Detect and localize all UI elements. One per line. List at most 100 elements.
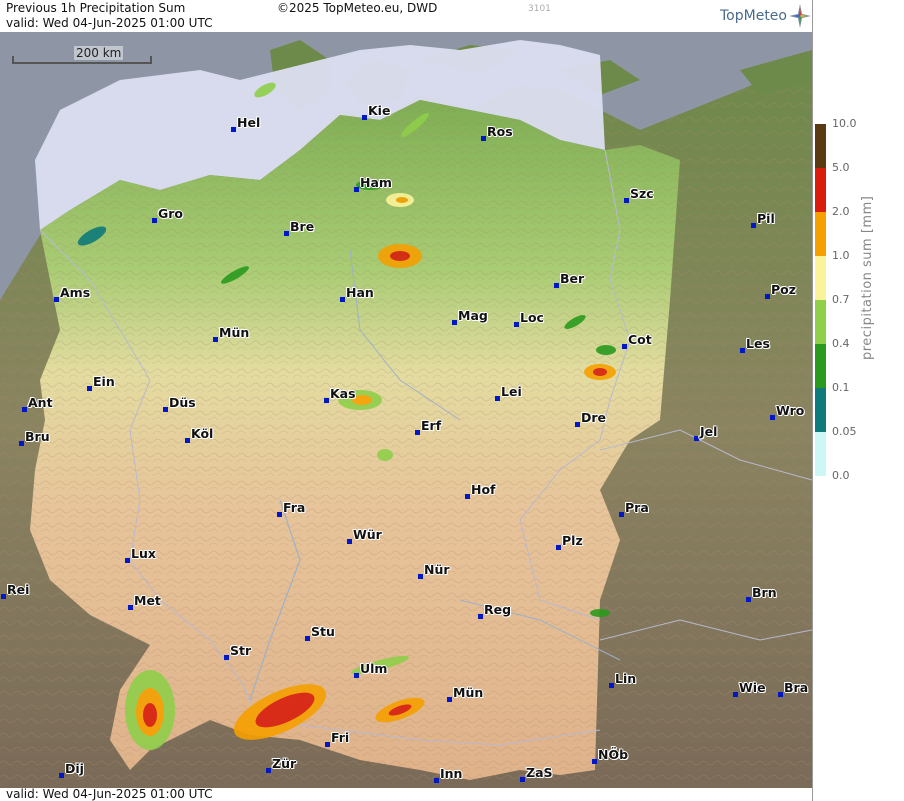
city-dot — [751, 223, 756, 228]
precipitation-map — [0, 32, 812, 788]
city-dot — [213, 337, 218, 342]
city-label: Wro — [776, 403, 805, 418]
city-dot — [740, 348, 745, 353]
city-label: Kas — [330, 386, 356, 401]
city-dot — [478, 614, 483, 619]
city-dot — [87, 386, 92, 391]
city-label: Dij — [65, 761, 84, 776]
city-label: Rei — [7, 582, 30, 597]
map-footer: valid: Wed 04-Jun-2025 01:00 UTC — [0, 787, 812, 801]
city-dot — [125, 558, 130, 563]
city-label: Lux — [131, 546, 156, 561]
city-dot — [609, 683, 614, 688]
city-dot — [434, 778, 439, 783]
city-label: Hel — [237, 115, 261, 130]
city-label: Köl — [191, 426, 214, 441]
city-label: Szc — [630, 186, 654, 201]
city-label: Bru — [25, 429, 50, 444]
city-dot — [354, 673, 359, 678]
product-code: 3101 — [528, 4, 551, 14]
city-label: Bre — [290, 219, 315, 234]
city-dot — [54, 297, 59, 302]
compass-star-icon — [789, 4, 811, 28]
city-label: Ham — [360, 175, 392, 190]
city-label: ZaS — [526, 765, 553, 780]
city-label: Wie — [739, 680, 766, 695]
city-label: Lin — [615, 671, 637, 686]
city-label: Poz — [771, 282, 797, 297]
city-dot — [554, 283, 559, 288]
city-label: Mün — [219, 325, 250, 340]
city-label: Met — [134, 593, 161, 608]
city-dot — [733, 692, 738, 697]
city-dot — [1, 594, 6, 599]
legend-swatch — [815, 388, 826, 432]
city-label: Brn — [752, 585, 777, 600]
city-label: Jel — [700, 424, 718, 439]
city-dot — [128, 605, 133, 610]
legend-swatch — [815, 168, 826, 212]
city-label: Erf — [421, 418, 442, 433]
legend-color-bar — [815, 124, 826, 476]
city-label: Ant — [28, 395, 53, 410]
city-label: Wür — [353, 527, 382, 542]
scale-label: 200 km — [74, 46, 124, 60]
city-dot — [452, 320, 457, 325]
city-dot — [514, 322, 519, 327]
city-label: Mün — [453, 685, 484, 700]
legend-level: 2.0 — [832, 205, 850, 218]
city-label: Plz — [562, 533, 583, 548]
city-label: Cot — [628, 332, 652, 347]
city-dot — [481, 136, 486, 141]
scale-line — [12, 62, 152, 64]
city-label: Zür — [272, 756, 297, 771]
legend-title: precipitation sum [mm] — [860, 195, 875, 360]
city-label: Kie — [368, 103, 391, 118]
city-label: Stu — [311, 624, 335, 639]
legend-swatch — [815, 256, 826, 300]
city-label: Nür — [424, 562, 450, 577]
city-dot — [624, 198, 629, 203]
city-label: Inn — [440, 766, 463, 781]
city-dot — [362, 115, 367, 120]
city-dot — [284, 231, 289, 236]
city-dot — [592, 759, 597, 764]
legend-level: 10.0 — [832, 117, 857, 130]
city-label: Han — [346, 285, 374, 300]
city-label: Pra — [625, 500, 649, 515]
city-dot — [266, 768, 271, 773]
city-dot — [418, 574, 423, 579]
city-dot — [19, 441, 24, 446]
city-label: Ros — [487, 124, 513, 139]
city-dot — [325, 742, 330, 747]
city-dot — [778, 692, 783, 697]
footer-valid-time: valid: Wed 04-Jun-2025 01:00 UTC — [6, 787, 213, 801]
legend-level: 0.7 — [832, 293, 850, 306]
map-header: Previous 1h Precipitation Sum valid: Wed… — [0, 0, 812, 32]
city-label: Ber — [560, 271, 585, 286]
city-label: Les — [746, 336, 770, 351]
legend-swatch — [815, 124, 826, 168]
city-dot — [305, 636, 310, 641]
city-dot — [619, 512, 624, 517]
city-dot — [277, 512, 282, 517]
city-dot — [765, 294, 770, 299]
city-label: Ams — [60, 285, 91, 300]
legend-level: 1.0 — [832, 249, 850, 262]
scale-tick-right — [150, 56, 152, 64]
scale-tick-left — [12, 56, 14, 64]
city-dot — [152, 218, 157, 223]
city-label: Hof — [471, 482, 496, 497]
city-label: NÖb — [598, 747, 629, 762]
city-label: Bra — [784, 680, 809, 695]
city-dot — [465, 494, 470, 499]
city-dot — [224, 655, 229, 660]
city-label: Mag — [458, 308, 488, 323]
city-dot — [622, 344, 627, 349]
city-label: Pil — [757, 211, 775, 226]
city-dot — [746, 597, 751, 602]
legend-swatch — [815, 344, 826, 388]
topmeteo-logo: TopMeteo — [720, 8, 787, 24]
city-dot — [163, 407, 168, 412]
city-dot — [354, 187, 359, 192]
